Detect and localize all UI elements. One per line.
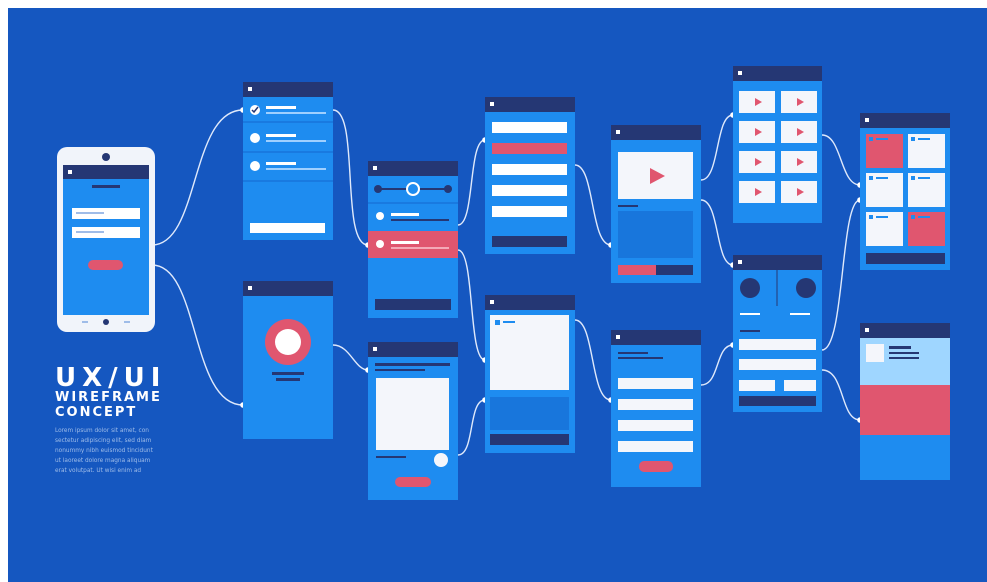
headline-title: UX/UI	[55, 363, 166, 393]
screen-video	[611, 125, 701, 283]
screen-slider-list	[368, 161, 458, 318]
avatar-icon	[796, 278, 816, 298]
home-button-icon	[103, 319, 109, 325]
body-line: ut laoreet dolore magna aliquam	[55, 458, 151, 464]
screen-article	[860, 323, 950, 480]
screen-content-card	[485, 295, 575, 453]
screen-image-card	[368, 342, 458, 500]
headline-subtitle-line1: WIREFRAME	[55, 390, 162, 405]
screen-form	[485, 97, 575, 254]
camera-icon	[102, 153, 110, 161]
avatar-icon	[275, 329, 301, 355]
screen-list-check	[243, 82, 333, 240]
screen-photo-grid	[860, 113, 950, 270]
phone-mockup	[57, 147, 155, 332]
headline-subtitle-line2: CONCEPT	[55, 405, 137, 420]
body-line: nonummy nibh euismod tincidunt	[55, 448, 154, 454]
slider-knob-icon	[406, 182, 420, 196]
body-text: Lorem ipsum dolor sit amet, con sectetur…	[55, 428, 154, 474]
screen-compare	[733, 255, 822, 412]
body-line: Lorem ipsum dolor sit amet, con	[55, 428, 149, 434]
screen-input-form	[611, 330, 701, 487]
screen-video-grid	[733, 66, 822, 223]
body-line: erat volutpat. Ut wisi enim ad	[55, 468, 141, 474]
avatar-icon	[740, 278, 760, 298]
screen-profile	[243, 281, 333, 439]
body-line: sectetur adipiscing elit, sed diam	[55, 438, 152, 444]
wireframe-diagram: UX/UI WIREFRAME CONCEPT Lorem ipsum dolo…	[55, 66, 950, 500]
